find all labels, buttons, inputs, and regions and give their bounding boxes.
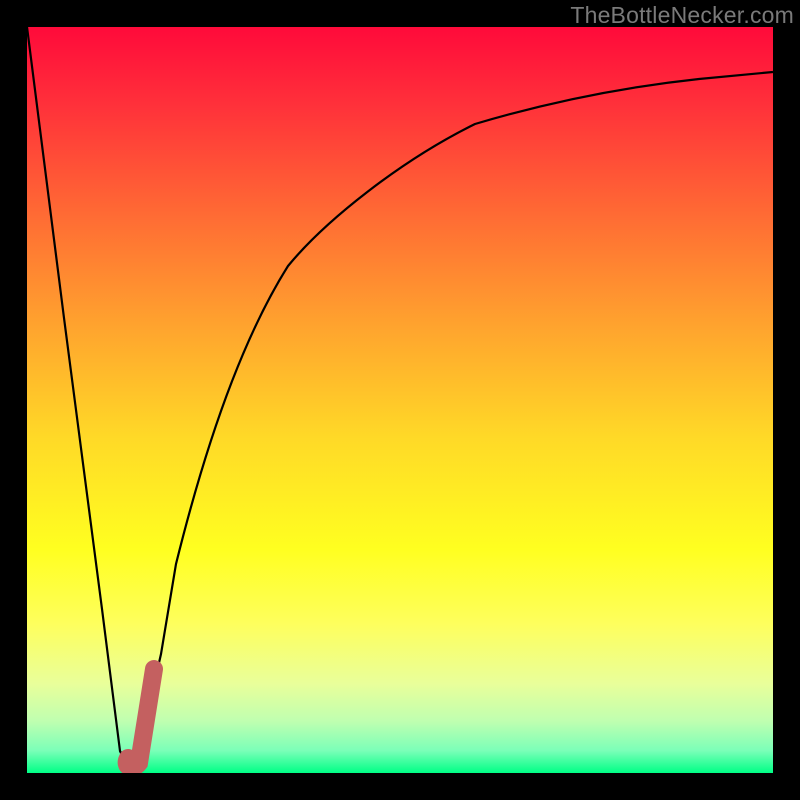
- watermark-text: TheBottleNecker.com: [570, 2, 794, 29]
- chart-frame: TheBottleNecker.com: [0, 0, 800, 800]
- plot-area: [27, 27, 773, 773]
- highlight-marker: [127, 669, 154, 767]
- curve-layer: [27, 27, 773, 773]
- bottleneck-curve: [27, 27, 773, 763]
